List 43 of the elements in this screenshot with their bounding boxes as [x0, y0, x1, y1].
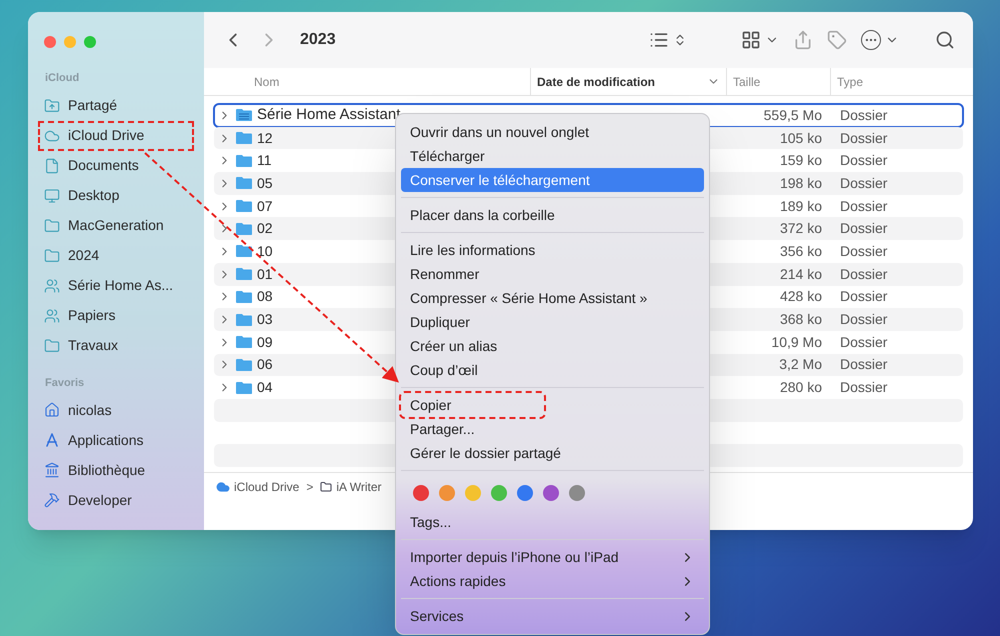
file-name: 02 — [257, 219, 273, 238]
file-size: 105 ko — [778, 128, 823, 148]
file-size: 214 ko — [778, 264, 823, 284]
file-name: 08 — [257, 287, 273, 306]
file-name: 03 — [257, 310, 273, 330]
file-name: 04 — [257, 378, 273, 398]
file-size: 559,5 Mo — [762, 106, 823, 125]
file-kind: Dossier — [839, 264, 888, 284]
file-size: 189 ko — [778, 196, 823, 216]
file-name: 01 — [257, 264, 273, 284]
file-size: 372 ko — [778, 219, 823, 238]
sidebar-heading: iCloud — [44, 71, 80, 86]
file-kind: Dossier — [839, 378, 888, 398]
file-name: 12 — [257, 128, 273, 148]
file-kind: Dossier — [839, 106, 888, 125]
file-name: 06 — [257, 355, 273, 374]
sidebar-heading: Favoris — [44, 376, 86, 390]
file-name: 10 — [257, 242, 273, 261]
file-kind: Dossier — [839, 242, 888, 261]
file-kind: Dossier — [839, 310, 888, 330]
file-kind: Dossier — [839, 219, 888, 238]
file-kind: Dossier — [839, 332, 888, 352]
window-title: 2023 — [300, 30, 336, 50]
path-separator: > — [306, 478, 314, 496]
file-kind: Dossier — [839, 287, 888, 306]
file-name: 07 — [257, 196, 273, 216]
file-size: 3,2 Mo — [778, 355, 823, 374]
file-kind: Dossier — [839, 151, 888, 170]
file-size: 368 ko — [778, 310, 823, 330]
file-name: Série Home Assistant — [257, 105, 400, 126]
file-size: 159 ko — [778, 151, 823, 170]
file-size: 428 ko — [778, 287, 823, 306]
file-kind: Dossier — [839, 128, 888, 148]
file-size: 356 ko — [778, 242, 823, 261]
file-size: 10,9 Mo — [770, 332, 823, 352]
file-name: 11 — [257, 151, 272, 170]
file-kind: Dossier — [839, 355, 888, 374]
file-size: 280 ko — [778, 378, 823, 398]
file-size: 198 ko — [778, 174, 823, 193]
file-kind: Dossier — [839, 196, 888, 216]
file-name: 09 — [257, 332, 273, 352]
file-kind: Dossier — [839, 174, 888, 193]
file-name: 05 — [257, 174, 273, 193]
